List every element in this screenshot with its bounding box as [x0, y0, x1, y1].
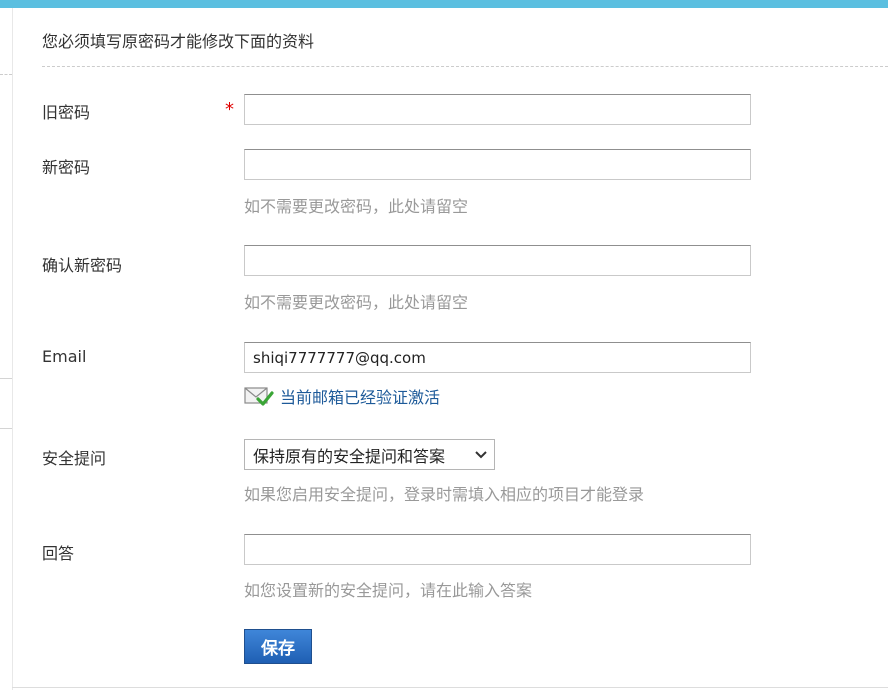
- email-verified-status: 当前邮箱已经验证激活: [244, 384, 440, 408]
- new-password-hint: 如不需要更改密码，此处请留空: [244, 197, 469, 216]
- security-question-hint: 如果您启用安全提问，登录时需填入相应的项目才能登录: [244, 485, 645, 504]
- answer-label: 回答: [42, 544, 75, 563]
- password-required-notice: 您必须填写原密码才能修改下面的资料: [42, 32, 315, 51]
- confirm-password-label: 确认新密码: [42, 256, 123, 275]
- old-password-label: 旧密码: [42, 103, 91, 122]
- email-label: Email: [42, 347, 87, 366]
- security-question-select[interactable]: 保持原有的安全提问和答案: [244, 439, 495, 470]
- envelope-check-icon: [244, 387, 274, 406]
- confirm-password-hint: 如不需要更改密码，此处请留空: [244, 293, 469, 312]
- security-question-selected: 保持原有的安全提问和答案: [253, 446, 446, 466]
- bottom-divider: [12, 687, 888, 688]
- answer-hint: 如您设置新的安全提问，请在此输入答案: [244, 581, 533, 600]
- gutter-divider: [0, 378, 12, 379]
- gutter-divider: [0, 428, 12, 429]
- confirm-password-input[interactable]: [244, 245, 751, 276]
- gutter-divider: [0, 74, 12, 75]
- chevron-down-icon: [475, 450, 487, 458]
- left-panel-edge: [0, 8, 13, 690]
- old-password-input[interactable]: [244, 94, 751, 125]
- save-button[interactable]: 保存: [244, 629, 312, 664]
- email-input[interactable]: [244, 342, 751, 373]
- required-marker: *: [225, 99, 234, 120]
- email-verified-link[interactable]: 当前邮箱已经验证激活: [280, 384, 440, 408]
- notice-divider: [42, 66, 888, 67]
- answer-input[interactable]: [244, 534, 751, 565]
- security-question-label: 安全提问: [42, 449, 107, 468]
- new-password-label: 新密码: [42, 158, 91, 177]
- top-accent-bar: [0, 0, 888, 8]
- new-password-input[interactable]: [244, 149, 751, 180]
